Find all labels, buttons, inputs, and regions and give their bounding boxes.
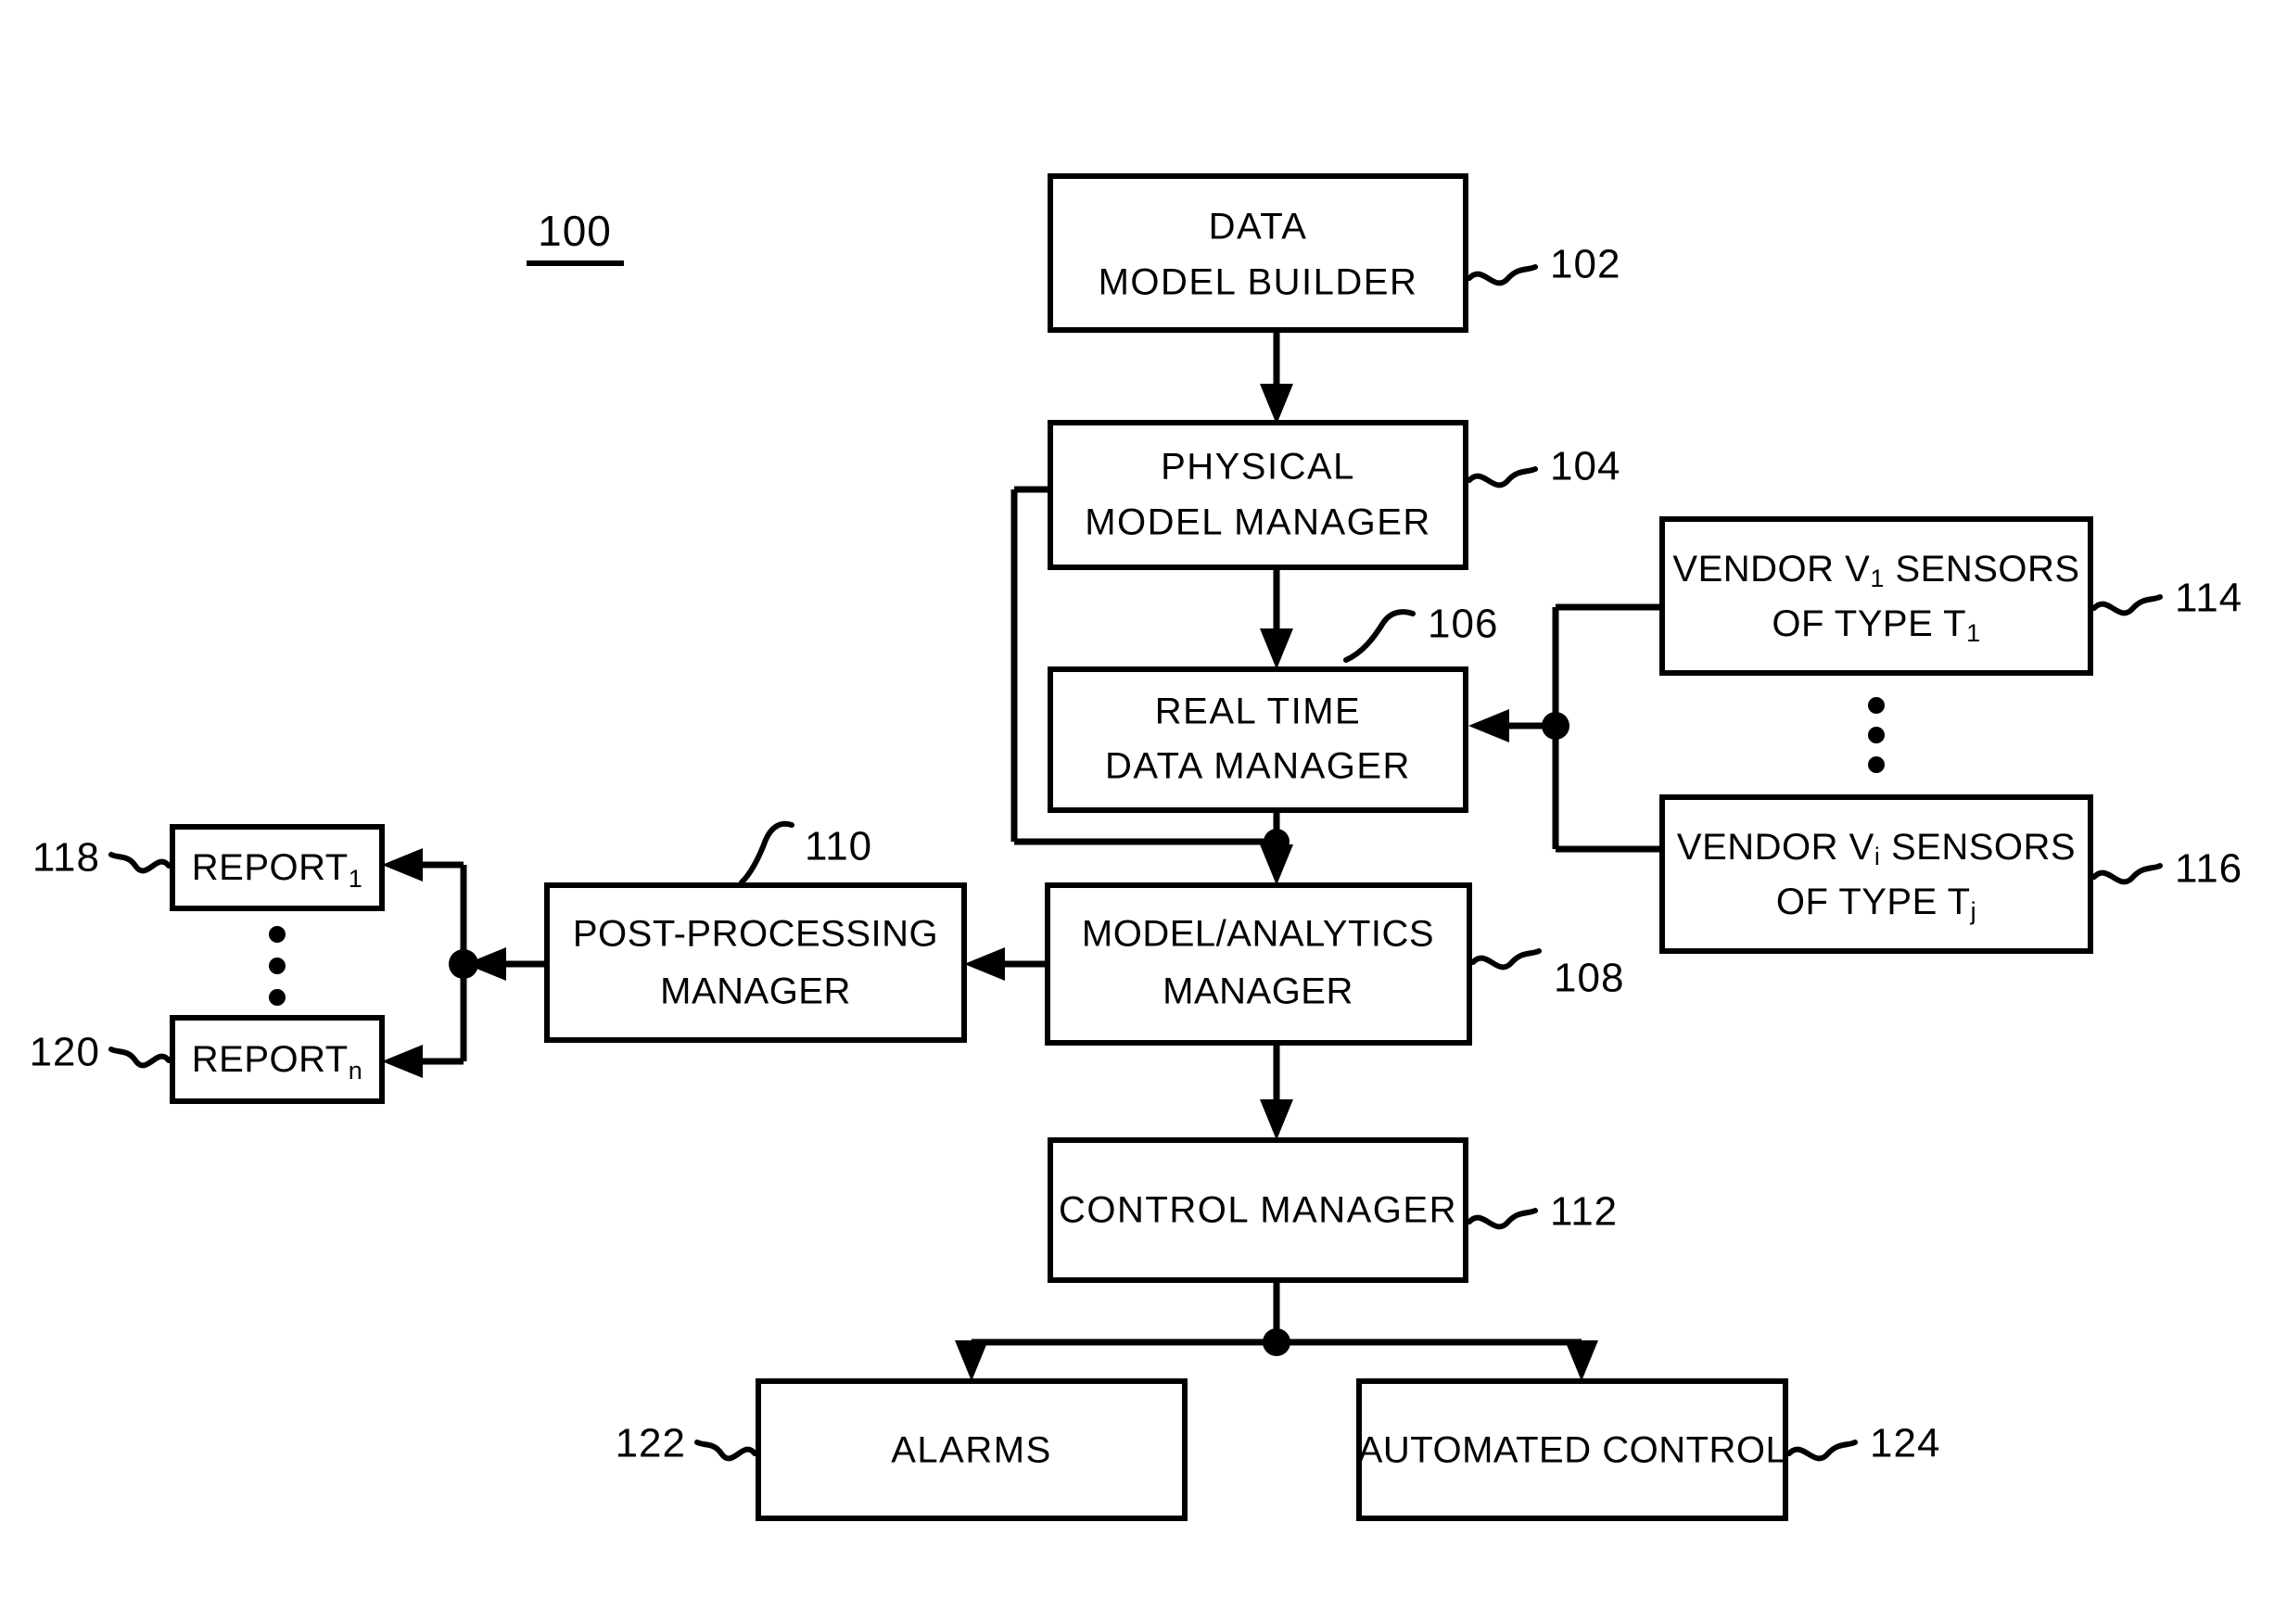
box-data-model-builder[interactable]: DATA MODEL BUILDER [1048,173,1468,333]
model-analytics-manager-line2: MANAGER [1163,971,1353,1012]
junction-dot-sensor-bus [1542,712,1569,740]
box-report-n[interactable]: REPORTn [170,1015,385,1104]
ref-leader-122: 122 [616,1421,757,1466]
connector-control-to-outputs [955,1280,1598,1381]
ref-leader-104: 104 [1467,444,1620,489]
ref-leader-110: 110 [739,820,872,885]
vendori-line2: OF TYPE Tj [1776,882,1976,926]
vendor1-line2: OF TYPE T1 [1772,603,1980,648]
automated-control-label: AUTOMATED CONTROL [1358,1430,1787,1471]
ref-number-118: 118 [32,835,100,881]
ref-leader-108: 108 [1470,948,1624,1001]
ref-number-114: 114 [2175,576,2243,621]
ref-number-122: 122 [616,1421,686,1466]
report-ellipsis [269,926,286,1006]
ref-leader-124: 124 [1786,1421,1940,1466]
box-model-analytics-manager[interactable]: MODEL/ANALYTICS MANAGER [1045,882,1472,1046]
ref-number-112: 112 [1550,1189,1618,1235]
data-model-builder-line1: DATA [1209,207,1308,247]
connector-realtime-to-analytics [1260,808,1293,885]
box-real-time-data-manager[interactable]: REAL TIME DATA MANAGER [1048,666,1468,813]
alarms-label: ALARMS [891,1430,1052,1471]
real-time-data-manager-line2: DATA MANAGER [1105,746,1411,787]
ref-number-124: 124 [1870,1421,1940,1466]
box-control-manager[interactable]: CONTROL MANAGER [1048,1137,1468,1283]
ref-number-108: 108 [1554,956,1624,1001]
data-model-builder-line2: MODEL BUILDER [1099,262,1418,303]
real-time-data-manager-line1: REAL TIME [1155,691,1361,732]
physical-model-manager-line2: MODEL MANAGER [1085,502,1431,543]
ref-number-120: 120 [30,1030,100,1075]
report-1-label: REPORT1 [192,847,363,894]
connector-postprocessing-to-reports [382,848,547,1078]
physical-model-manager-line1: PHYSICAL [1161,447,1355,488]
ref-number-110: 110 [805,824,872,869]
box-vendor-sensors-i[interactable]: VENDOR Vi SENSORS OF TYPE Tj [1659,794,2093,954]
model-analytics-manager-line1: MODEL/ANALYTICS [1082,914,1434,955]
figure-number: 100 [538,207,612,255]
ref-leader-120: 120 [30,1030,172,1075]
ref-number-106: 106 [1428,602,1498,647]
box-vendor-sensors-1[interactable]: VENDOR V1 SENSORS OF TYPE T1 [1659,516,2093,676]
box-physical-model-manager[interactable]: PHYSICAL MODEL MANAGER [1048,420,1468,570]
ref-number-116: 116 [2175,846,2243,892]
box-report-1[interactable]: REPORT1 [170,824,385,911]
connector-builder-to-physical [1260,330,1293,425]
ref-number-102: 102 [1550,242,1620,287]
ref-number-104: 104 [1550,444,1620,489]
connector-physical-to-realtime [1260,566,1293,669]
ref-leader-118: 118 [32,835,172,881]
report-n-label: REPORTn [192,1039,363,1085]
block-diagram: 100 DATA MODEL BUILDER 102 PHYSICAL MODE… [30,173,2243,1521]
control-manager-label: CONTROL MANAGER [1059,1190,1457,1231]
vendor-ellipsis [1868,697,1885,773]
ref-leader-102: 102 [1467,242,1620,287]
connector-analytics-to-control [1260,1043,1293,1140]
post-processing-manager-line1: POST-PROCESSING [573,914,938,955]
connector-analytics-to-postprocessing [964,947,1048,981]
box-automated-control[interactable]: AUTOMATED CONTROL [1356,1378,1788,1521]
box-post-processing-manager[interactable]: POST-PROCESSING MANAGER [544,882,967,1043]
ref-leader-112: 112 [1467,1189,1618,1235]
box-alarms[interactable]: ALARMS [756,1378,1188,1521]
figure-number-group: 100 [527,207,624,266]
ref-leader-114: 114 [2091,576,2243,621]
ref-leader-106: 106 [1343,602,1498,663]
patent-figure: 100 DATA MODEL BUILDER 102 PHYSICAL MODE… [0,0,2287,1624]
post-processing-manager-line2: MANAGER [660,971,851,1012]
ref-leader-116: 116 [2091,846,2243,892]
